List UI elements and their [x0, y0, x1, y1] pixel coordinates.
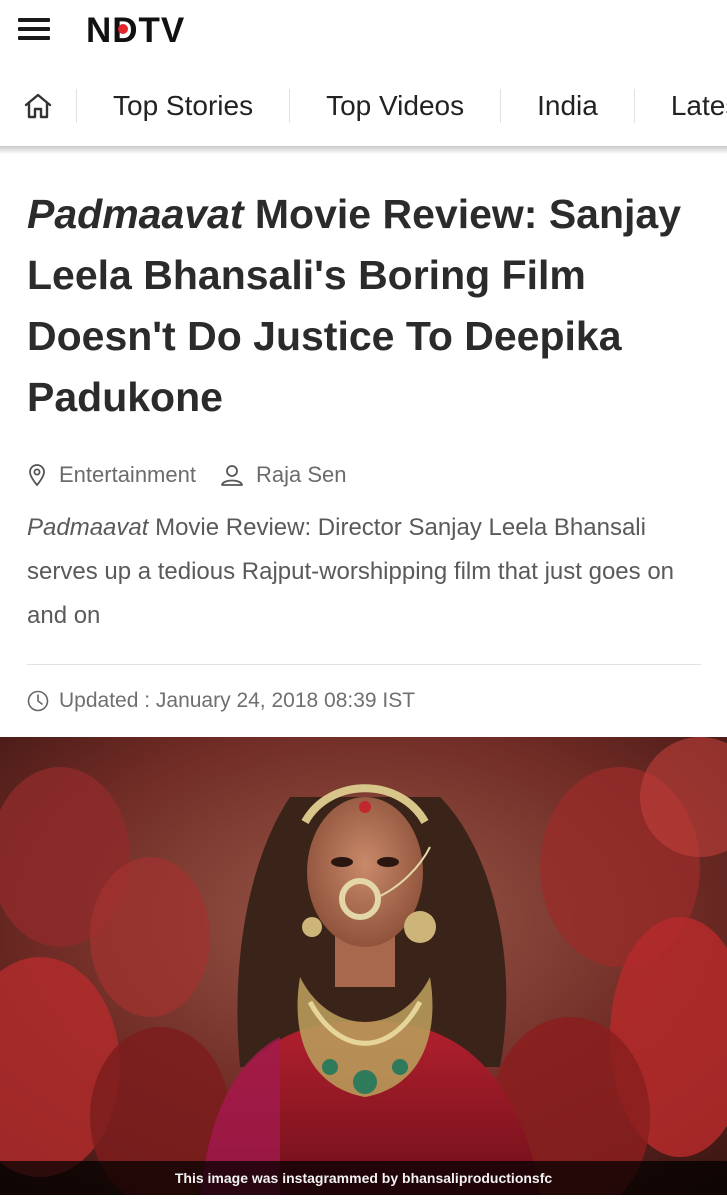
- nav-item-top-stories[interactable]: Top Stories: [77, 66, 289, 146]
- hamburger-menu-icon[interactable]: [18, 18, 50, 42]
- summary-film-title: Padmaavat: [27, 514, 149, 541]
- ndtv-logo[interactable]: NDTV: [86, 12, 228, 48]
- nav-item-top-videos[interactable]: Top Videos: [290, 66, 500, 146]
- headline-film-title: Padmaavat: [27, 191, 244, 237]
- image-caption: This image was instagrammed by bhansalip…: [0, 1161, 727, 1195]
- svg-text:NDTV: NDTV: [86, 12, 185, 48]
- article-summary: Padmaavat Movie Review: Director Sanjay …: [27, 506, 707, 638]
- nav-item-latest[interactable]: Latest: [635, 66, 727, 146]
- user-icon: [220, 463, 244, 487]
- category-link[interactable]: Entertainment: [59, 462, 196, 488]
- clock-icon: [27, 690, 49, 712]
- hero-illustration: [0, 737, 727, 1195]
- updated-timestamp: Updated : January 24, 2018 08:39 IST: [27, 686, 415, 716]
- nav-home[interactable]: [0, 66, 76, 146]
- section-nav: Top Stories Top Videos India Latest: [0, 66, 727, 146]
- divider: [27, 664, 701, 665]
- author-link[interactable]: Raja Sen: [256, 462, 347, 488]
- article-meta: Entertainment Raja Sen: [27, 458, 346, 492]
- article-hero-image[interactable]: This image was instagrammed by bhansalip…: [0, 737, 727, 1195]
- updated-text: Updated : January 24, 2018 08:39 IST: [59, 689, 416, 712]
- nav-shadow: [0, 146, 727, 154]
- top-bar: NDTV: [0, 0, 727, 62]
- article-headline: Padmaavat Movie Review: Sanjay Leela Bha…: [27, 184, 707, 428]
- location-pin-icon: [27, 463, 47, 487]
- home-icon: [24, 93, 52, 119]
- nav-item-india[interactable]: India: [501, 66, 634, 146]
